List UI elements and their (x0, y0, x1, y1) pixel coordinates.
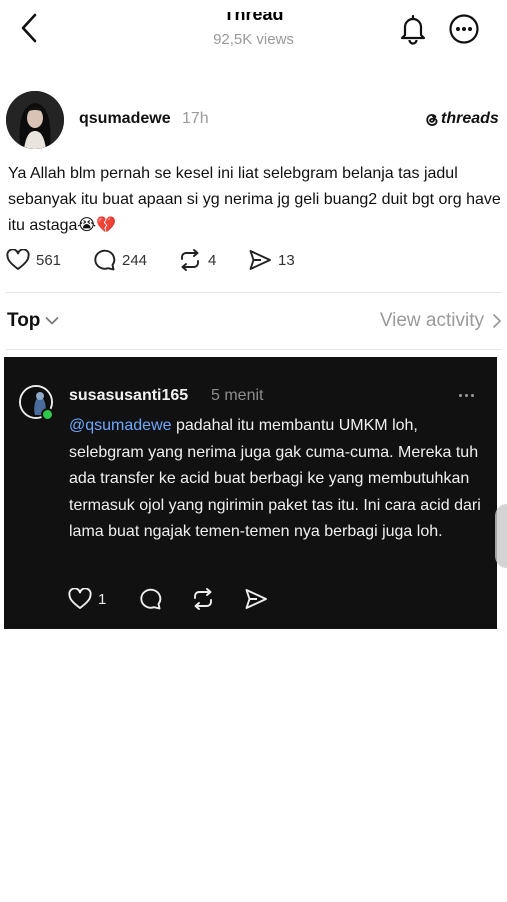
share-icon (249, 250, 271, 270)
reply-repost-button[interactable] (191, 588, 215, 610)
repost-icon (194, 588, 212, 610)
notifications-button[interactable] (396, 12, 430, 46)
avatar[interactable] (6, 91, 64, 149)
reply-actions: 1 (68, 588, 328, 612)
heart-icon (68, 588, 92, 609)
profile-photo (6, 91, 64, 149)
more-icon (449, 14, 479, 44)
mention-link[interactable]: @qsumadewe (69, 417, 172, 434)
bell-icon (400, 14, 426, 45)
heart-icon (6, 249, 30, 270)
page-title: Thread (223, 4, 284, 24)
reply-like-count: 1 (98, 590, 107, 608)
threads-brand: threads (425, 110, 499, 128)
top-bar: Thread 92,5K views (0, 0, 507, 60)
reply-sort-row: Top View activity (0, 308, 507, 334)
reply-comment-button[interactable] (138, 588, 162, 610)
more-options-button[interactable] (447, 12, 481, 46)
divider (6, 292, 501, 293)
reply-count: 244 (122, 251, 148, 269)
reply-card: susasusanti165 5 menit @qsumadewe padaha… (4, 357, 497, 629)
reply-more-button[interactable] (455, 385, 477, 405)
post-body: Ya Allah blm pernah se kesel ini liat se… (8, 165, 501, 234)
comment-icon (140, 588, 162, 610)
repost-button[interactable]: 4 (178, 249, 216, 271)
reply-button[interactable]: 244 (92, 249, 147, 271)
reply-timestamp: 5 menit (211, 387, 264, 404)
comment-icon (94, 249, 116, 271)
chevron-down-icon (46, 317, 59, 325)
scroll-handle[interactable] (495, 504, 507, 568)
share-count: 13 (278, 251, 295, 269)
repost-count: 4 (208, 251, 217, 269)
like-button[interactable]: 561 (6, 249, 61, 271)
post-username[interactable]: qsumadewe (79, 110, 171, 128)
share-icon (245, 589, 267, 609)
threads-brand-text: threads (441, 110, 499, 127)
online-status-icon (41, 408, 54, 421)
reply-body: @qsumadewe padahal itu membantu UMKM loh… (69, 413, 489, 546)
sort-dropdown[interactable]: Top (7, 310, 59, 332)
reply-text: padahal itu membantu UMKM loh, selebgram… (69, 417, 481, 540)
view-count: 92,5K views (213, 31, 294, 48)
threads-logo-icon (426, 113, 438, 126)
sort-label: Top (7, 310, 41, 331)
view-activity-link[interactable]: View activity (380, 310, 502, 332)
reply-share-button[interactable] (244, 588, 268, 610)
repost-icon (181, 249, 199, 271)
divider (6, 349, 501, 350)
post-timestamp: 17h (182, 110, 209, 127)
share-button[interactable]: 13 (248, 249, 295, 271)
like-count: 561 (36, 251, 62, 269)
chevron-right-icon (493, 314, 501, 328)
view-activity-label: View activity (379, 310, 484, 331)
reply-like-button[interactable]: 1 (68, 588, 106, 610)
post-actions: 561 244 4 13 (6, 249, 406, 275)
reply-username[interactable]: susasusanti165 (69, 387, 188, 405)
